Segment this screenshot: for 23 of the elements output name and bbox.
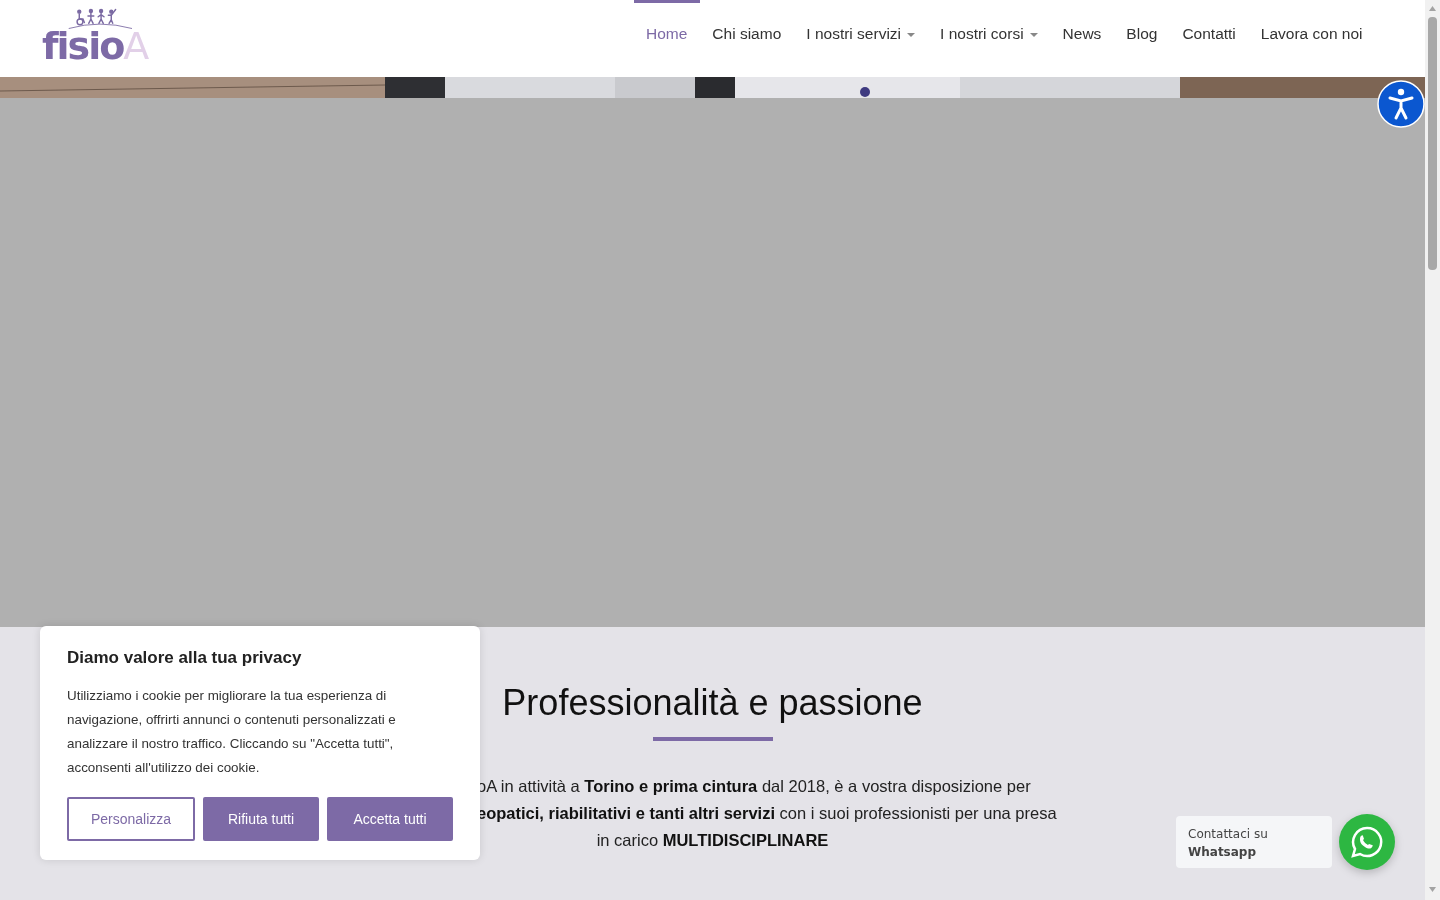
caret-icon — [1029, 33, 1038, 37]
nav-link[interactable]: I nostri servizi — [793, 0, 928, 56]
cookie-button[interactable]: Accetta tutti — [327, 797, 453, 841]
logo[interactable]: fisioA — [42, 6, 154, 66]
whatsapp-icon[interactable] — [1338, 813, 1396, 871]
section-heading: Professionalità e passione — [502, 681, 923, 725]
nav-link[interactable]: Home — [633, 0, 700, 56]
whatsapp-label[interactable]: Contattaci su Whatsapp — [1176, 816, 1332, 868]
banner-title: Diamo valore alla tua privacy — [67, 647, 303, 669]
cookie-button[interactable]: Rifiuta tutti — [203, 797, 319, 841]
paragraph-line: in carico MULTIDISCIPLINARE — [596, 830, 829, 851]
nav-link[interactable]: Contatti — [1169, 0, 1249, 56]
accessibility-icon[interactable] — [1377, 80, 1425, 128]
cookie-button[interactable]: Personalizza — [67, 797, 195, 841]
nav-link[interactable]: News — [1050, 0, 1114, 56]
scrollbar[interactable] — [1425, 0, 1440, 900]
paragraph-line: eopatici, riabilitativi e tanti altri servizi con i suoi professionisti per una presa — [477, 803, 1057, 824]
nav-link[interactable]: Lavora con noi — [1248, 0, 1375, 56]
banner-text: Utilizziamo i cookie per migliorare la tua esperienza di navigazione, offrirti annunci o contenuti personalizzati e analizzare il nostro traffico. Cliccando su "Accetta tutti", acconsenti all'utilizzo dei cookie. — [67, 687, 397, 777]
nav-link[interactable]: I nostri corsi — [927, 0, 1051, 56]
caret-icon — [907, 33, 916, 37]
nav-link[interactable]: Blog — [1113, 0, 1170, 56]
nav-link[interactable]: Chi siamo — [699, 0, 794, 56]
